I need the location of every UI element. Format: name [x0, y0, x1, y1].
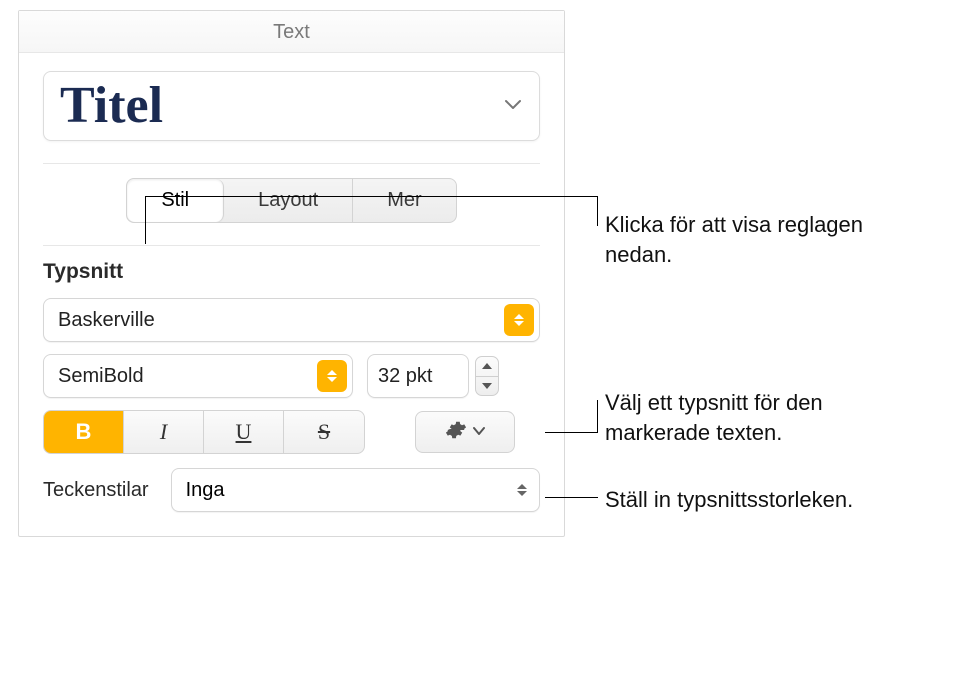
text-style-group: B I U S [43, 410, 365, 454]
bold-button[interactable]: B [44, 411, 124, 453]
callout-tabs: Klicka för att visa reglagen nedan. [605, 210, 905, 269]
font-weight-value: SemiBold [58, 365, 144, 388]
callout-line [545, 497, 598, 498]
callout-font: Välj ett typsnitt för den markerade text… [605, 388, 925, 447]
font-family-popup[interactable]: Baskerville [43, 298, 540, 342]
character-styles-value: Inga [186, 479, 225, 502]
tab-stil[interactable]: Stil [127, 179, 224, 222]
character-styles-popup[interactable]: Inga [171, 468, 540, 512]
callout-size: Ställ in typsnittsstorleken. [605, 485, 945, 515]
gear-icon [445, 419, 467, 446]
paragraph-style-name: Titel [60, 80, 163, 132]
format-text-panel: Text Titel Stil Layout Mer Typsnitt Bask… [18, 10, 565, 537]
callout-line [145, 196, 146, 244]
popup-arrows-icon [504, 304, 534, 336]
font-size-value: 32 pkt [378, 365, 432, 388]
paragraph-style-dropdown[interactable]: Titel [43, 71, 540, 141]
font-size-step-up[interactable] [476, 357, 498, 377]
chevron-down-icon [503, 97, 523, 116]
tab-layout[interactable]: Layout [224, 179, 353, 222]
strikethrough-button[interactable]: S [284, 411, 364, 453]
tab-mer[interactable]: Mer [353, 179, 455, 222]
callout-line [597, 400, 598, 432]
divider [43, 245, 540, 246]
chevron-down-icon [473, 423, 485, 441]
panel-title: Text [19, 11, 564, 53]
font-family-value: Baskerville [58, 309, 155, 332]
panel-body: Titel Stil Layout Mer Typsnitt Baskervil… [19, 53, 564, 536]
callout-line [597, 196, 598, 226]
font-size-step-down[interactable] [476, 377, 498, 396]
character-styles-label: Teckenstilar [43, 479, 149, 502]
callout-line [545, 432, 598, 433]
italic-button[interactable]: I [124, 411, 204, 453]
font-weight-popup[interactable]: SemiBold [43, 354, 353, 398]
font-size-field[interactable]: 32 pkt [367, 354, 469, 398]
callout-line [145, 196, 598, 197]
font-size-stepper [475, 356, 499, 396]
text-tabs: Stil Layout Mer [126, 178, 456, 223]
advanced-options-button[interactable] [415, 411, 515, 453]
callouts-layer: Klicka för att visa reglagen nedan. Välj… [565, 0, 945, 684]
divider [43, 163, 540, 164]
font-size-group: 32 pkt [367, 354, 499, 398]
font-section-label: Typsnitt [43, 260, 540, 284]
popup-arrows-icon [517, 484, 527, 496]
popup-arrows-icon [317, 360, 347, 392]
underline-button[interactable]: U [204, 411, 284, 453]
